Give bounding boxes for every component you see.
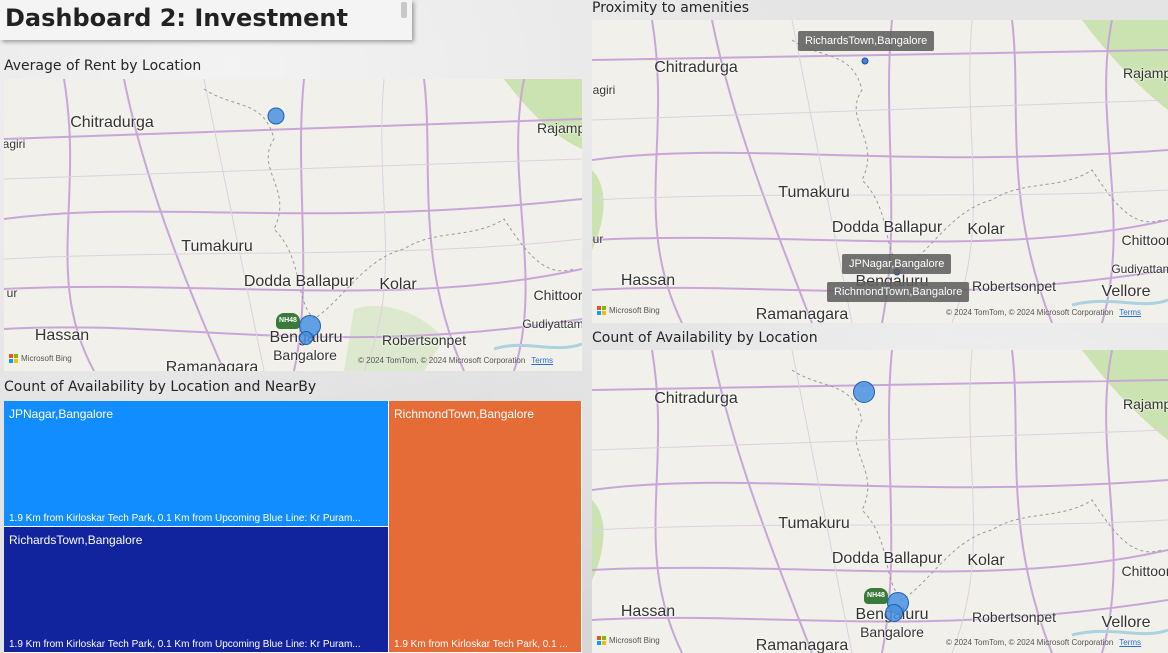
city-label: Chittoor xyxy=(533,287,582,303)
city-label: Tumakuru xyxy=(778,515,850,532)
city-label: Tumakuru xyxy=(181,238,253,255)
city-label: ur xyxy=(6,286,18,300)
dashboard-title: Dashboard 2: Investment xyxy=(5,4,348,32)
data-bubble[interactable] xyxy=(853,381,875,403)
availability-map[interactable]: Chitradurga Rajampe Tumakuru Dodda Balla… xyxy=(592,350,1168,653)
terms-link[interactable]: Terms xyxy=(1119,638,1141,647)
location-pin[interactable] xyxy=(861,57,869,65)
amenities-map[interactable]: agiri Chitradurga Rajampe Tumakuru ur Do… xyxy=(592,20,1168,323)
city-label: Robertsonpet xyxy=(971,278,1057,294)
city-label: Gudiyattam xyxy=(1111,262,1168,276)
city-label: Chitradurga xyxy=(654,390,738,407)
treemap-tile-richmondtown[interactable]: RichmondTown,Bangalore 1.9 Km from Kirlo… xyxy=(389,401,582,653)
tile-label: RichmondTown,Bangalore xyxy=(394,407,535,421)
city-label: Rajampe xyxy=(1122,396,1168,412)
richardstown-label: RichardsTown,Bangalore xyxy=(798,31,935,51)
microsoft-logo-icon xyxy=(9,354,18,363)
microsoft-logo-icon xyxy=(597,636,606,645)
city-label: Hassan xyxy=(620,272,676,289)
city-label: Dodda Ballapur xyxy=(831,219,943,236)
dashboard-title-card: Dashboard 2: Investment xyxy=(0,0,412,40)
scrollbar[interactable] xyxy=(401,2,407,18)
city-label: Kolar xyxy=(967,221,1005,238)
city-label: Bangalore xyxy=(273,347,337,363)
city-label: Hassan xyxy=(34,327,90,344)
availability-treemap: JPNagar,Bangalore 1.9 Km from Kirloskar … xyxy=(4,401,582,653)
city-label: Chittoor xyxy=(1121,232,1168,248)
microsoft-logo-icon xyxy=(597,306,606,315)
rent-map-title: Average of Rent by Location xyxy=(4,58,202,74)
data-bubble[interactable] xyxy=(267,107,285,125)
tile-sublabel: 1.9 Km from Kirloskar Tech Park, 0.1 Km … xyxy=(9,513,361,524)
city-label: agiri xyxy=(4,137,26,151)
rent-map[interactable]: agiri Chitradurga Rajampe Tumakuru ur Do… xyxy=(4,79,582,371)
tile-sublabel: 1.9 Km from Kirloskar Tech Park, 0.1 ... xyxy=(394,639,568,650)
amenities-map-title: Proximity to amenities xyxy=(592,0,750,16)
city-label: Ramanagara xyxy=(755,637,849,653)
city-label: Tumakuru xyxy=(778,184,850,201)
city-label: Ramanagara xyxy=(165,359,259,371)
highway-shield-icon: NH48 xyxy=(276,313,300,329)
city-label: Chitradurga xyxy=(654,59,738,76)
tile-label: RichardsTown,Bangalore xyxy=(9,533,143,547)
city-label: Robertsonpet xyxy=(381,332,467,348)
map-copyright: © 2024 TomTom, © 2024 Microsoft Corporat… xyxy=(946,308,1142,317)
map-copyright: © 2024 TomTom, © 2024 Microsoft Corporat… xyxy=(946,638,1142,647)
city-label: ur xyxy=(592,232,604,246)
city-label: Vellore xyxy=(1101,283,1151,300)
availability-map-title: Count of Availability by Location xyxy=(592,330,818,346)
city-label: Kolar xyxy=(967,552,1005,569)
terms-link[interactable]: Terms xyxy=(531,356,553,365)
city-label: Ramanagara xyxy=(755,306,849,323)
city-label: Chitradurga xyxy=(70,114,154,131)
treemap-tile-jpnagar[interactable]: JPNagar,Bangalore 1.9 Km from Kirloskar … xyxy=(4,401,389,527)
city-label: Dodda Ballapur xyxy=(831,550,943,567)
treemap-title: Count of Availability by Location and Ne… xyxy=(4,379,317,395)
city-label: Kolar xyxy=(379,276,417,293)
jpnagar-label: JPNagar,Bangalore xyxy=(842,254,952,274)
city-label: Chittoor xyxy=(1121,563,1168,579)
terms-link[interactable]: Terms xyxy=(1119,308,1141,317)
city-label: Hassan xyxy=(620,603,676,620)
highway-shield-icon: NH48 xyxy=(864,588,888,604)
city-label: Dodda Ballapur xyxy=(243,273,355,290)
bing-attribution: Microsoft Bing xyxy=(597,636,660,645)
tile-sublabel: 1.9 Km from Kirloskar Tech Park, 0.1 Km … xyxy=(9,639,361,650)
treemap-tile-richardstown[interactable]: RichardsTown,Bangalore 1.9 Km from Kirlo… xyxy=(4,527,389,653)
city-label: Robertsonpet xyxy=(971,609,1057,625)
city-label: Rajampe xyxy=(1122,65,1168,81)
tile-label: JPNagar,Bangalore xyxy=(9,407,114,421)
bing-attribution: Microsoft Bing xyxy=(9,354,72,363)
data-bubble[interactable] xyxy=(885,604,903,622)
city-label: Vellore xyxy=(1101,614,1151,631)
richmondtown-label: RichmondTown,Bangalore xyxy=(827,282,970,302)
bing-attribution: Microsoft Bing xyxy=(597,306,660,315)
city-label: Rajampe xyxy=(536,120,582,136)
city-label: agiri xyxy=(592,83,616,97)
city-label: Bangalore xyxy=(860,624,924,640)
data-bubble[interactable] xyxy=(299,331,313,345)
map-copyright: © 2024 TomTom, © 2024 Microsoft Corporat… xyxy=(358,356,554,365)
city-label: Gudiyattam xyxy=(522,317,582,331)
